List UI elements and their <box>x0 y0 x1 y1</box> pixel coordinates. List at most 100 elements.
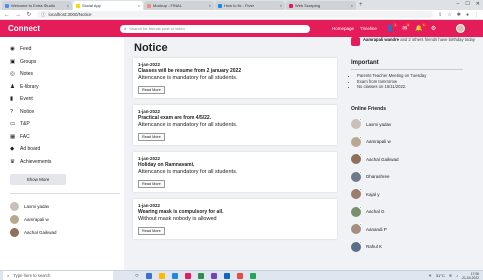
sidebar-item-groups[interactable]: ▣ Groups <box>10 56 124 69</box>
tab-close-icon[interactable]: × <box>351 3 353 8</box>
sidebar-item-t-p[interactable]: ▭ T&P <box>10 118 124 131</box>
online-status-icon <box>359 188 362 192</box>
sidebar-item-event[interactable]: ▮ Event <box>10 93 124 106</box>
timeline-link[interactable]: Timeline <box>360 26 377 31</box>
browser-tab[interactable]: Mockup - FINAL × <box>144 1 214 10</box>
online-friend-item[interactable]: Laxmi yadav <box>351 116 483 134</box>
avatar <box>10 228 19 237</box>
person-icon[interactable]: 👤 1 <box>387 23 398 32</box>
search-input[interactable]: Search for friends post or video <box>129 26 185 31</box>
online-friend-item[interactable]: Aachal G <box>351 203 483 221</box>
online-friend-name: Rahul K <box>366 244 383 250</box>
sidebar-item-label: Event <box>20 96 33 103</box>
wifi-icon[interactable]: ≋ <box>449 273 452 278</box>
sidebar-item-notice[interactable]: ? Notice <box>10 106 124 119</box>
browser-tab[interactable]: Web Scraping × <box>286 1 356 10</box>
online-friend-item[interactable]: Aanandi P <box>351 221 483 239</box>
windows-start-icon[interactable]: ○ <box>135 273 139 279</box>
taskbar-app-icon[interactable] <box>171 272 178 279</box>
browser-tab[interactable]: Welcome to Extra Studio × <box>2 1 72 10</box>
star-icon[interactable]: ☆ <box>447 12 451 18</box>
online-status-icon <box>359 205 362 209</box>
reload-icon[interactable]: ↻ <box>26 11 32 18</box>
sidebar-item-label: FAC <box>20 133 30 140</box>
notice-post: 1-jan-2022 Classes will be resume from 2 … <box>133 58 337 98</box>
online-status-icon <box>359 240 362 244</box>
taskbar-app-icon[interactable] <box>158 272 165 279</box>
post-date: 1-jan-2022 <box>138 156 161 161</box>
read-more-button[interactable]: Read More <box>138 180 165 188</box>
tab-close-icon[interactable]: × <box>209 3 211 8</box>
maximize-icon[interactable]: ☐ <box>465 1 469 7</box>
show-more-button[interactable]: Show More <box>10 174 66 185</box>
weather-text: 31°C <box>435 273 445 278</box>
forward-icon[interactable]: → <box>15 12 21 18</box>
online-friend-item[interactable]: Aachal Gaikwad <box>351 151 483 169</box>
tab-close-icon[interactable]: × <box>280 3 282 8</box>
online-friend-item[interactable]: Aamrapali w <box>351 133 483 151</box>
sidebar-item-notes[interactable]: ◎ Notes <box>10 68 124 81</box>
clock[interactable]: 17:06 21-04-2022 <box>462 272 479 280</box>
post-date: 1-jan-2022 <box>138 109 161 114</box>
friend-item[interactable]: Aamrapali w <box>10 213 124 226</box>
tab-close-icon[interactable]: × <box>67 3 69 8</box>
bell-icon[interactable]: 🔔 1 <box>415 23 426 32</box>
taskbar-app-icon[interactable] <box>184 272 191 279</box>
sidebar-item-label: E-library <box>20 83 39 90</box>
menu-icon[interactable]: ⋮ <box>474 12 479 18</box>
minimize-icon[interactable]: – <box>457 1 460 7</box>
share-icon[interactable]: ⇪ <box>438 12 442 18</box>
close-window-icon[interactable]: ✕ <box>476 1 480 7</box>
online-friend-item[interactable]: Dharashree <box>351 168 483 186</box>
extension-icon[interactable]: ✱ <box>457 12 461 18</box>
taskbar-app-icon[interactable] <box>210 272 217 279</box>
sidebar-item-ad-board[interactable]: ◆ Ad board <box>10 143 124 156</box>
post-date: 1-jan-2022 <box>138 203 161 208</box>
back-icon[interactable]: ← <box>4 12 10 18</box>
homepage-link[interactable]: Homepage <box>332 26 354 31</box>
sidebar-item-fac[interactable]: ▦ FAC <box>10 131 124 144</box>
taskbar-search-input[interactable]: Type here to search <box>13 273 50 278</box>
settings-icon[interactable]: ⚙ <box>431 25 436 32</box>
friend-item[interactable]: Aachal Gaikwad <box>10 226 124 239</box>
search-bar[interactable]: ⌕ Search for friends post or video <box>120 24 310 33</box>
taskbar-search[interactable]: ⌕ Type here to search <box>3 271 113 280</box>
browser-tab[interactable]: How to fix - Fiver × <box>215 1 285 10</box>
avatar[interactable] <box>456 24 466 33</box>
note-icon: ◎ <box>10 71 15 78</box>
taskbar-app-icon[interactable] <box>236 272 243 279</box>
online-friend-name: Aachal Gaikwad <box>366 156 399 162</box>
sidebar-item-achievements[interactable]: ♛ Achievements <box>10 156 124 169</box>
browser-tab[interactable]: Social App × <box>73 1 143 10</box>
profile-icon[interactable]: ● <box>466 12 469 18</box>
search-icon: ⌕ <box>124 26 127 31</box>
read-more-button[interactable]: Read More <box>138 133 165 141</box>
speaker-icon[interactable]: ♪ <box>456 273 458 278</box>
sidebar-item-feed[interactable]: ◉ Feed <box>10 43 124 56</box>
read-more-button[interactable]: Read More <box>138 227 165 235</box>
taskbar-app-icon[interactable] <box>249 272 256 279</box>
online-friend-item[interactable]: Kajal y <box>351 186 483 204</box>
weather-icon: ☀ <box>428 273 432 278</box>
bookmark-icon: ▮ <box>10 96 14 103</box>
chat-icon[interactable]: ✉ 2 <box>402 23 411 32</box>
app-logo[interactable]: Connect <box>8 24 108 33</box>
system-tray: ☀ 31°C ≋ ♪ 17:06 21-04-2022 <box>428 272 479 280</box>
notice-post: 1-jan-2022 Holiday on Ramnavami. Attencanc… <box>133 152 337 192</box>
address-bar: ← → ↻ ⓘ localhost:3000/Notice ⇪ ☆ ✱ ● ⋮ <box>0 10 483 20</box>
graduation-icon: ◆ <box>10 146 15 153</box>
friend-item[interactable]: Laxmi yadav <box>10 200 124 213</box>
url-field[interactable]: ⓘ localhost:3000/Notice <box>37 11 434 18</box>
online-friend-item[interactable]: Rahul K <box>351 238 483 256</box>
taskbar-app-icon[interactable] <box>223 272 230 279</box>
tab-close-icon[interactable]: × <box>138 3 140 8</box>
sidebar-item-e-library[interactable]: ♟ E-library <box>10 81 124 94</box>
read-more-button[interactable]: Read More <box>138 86 165 94</box>
online-friend-name: Aanandi P <box>366 226 387 232</box>
notification-badge: 1 <box>393 23 398 27</box>
tab-favicon-icon <box>218 3 222 8</box>
new-tab-icon[interactable]: + <box>359 1 363 10</box>
taskbar-app-icon[interactable] <box>197 272 204 279</box>
taskbar-app-icon[interactable] <box>145 272 152 279</box>
tab-favicon-icon <box>147 3 151 8</box>
